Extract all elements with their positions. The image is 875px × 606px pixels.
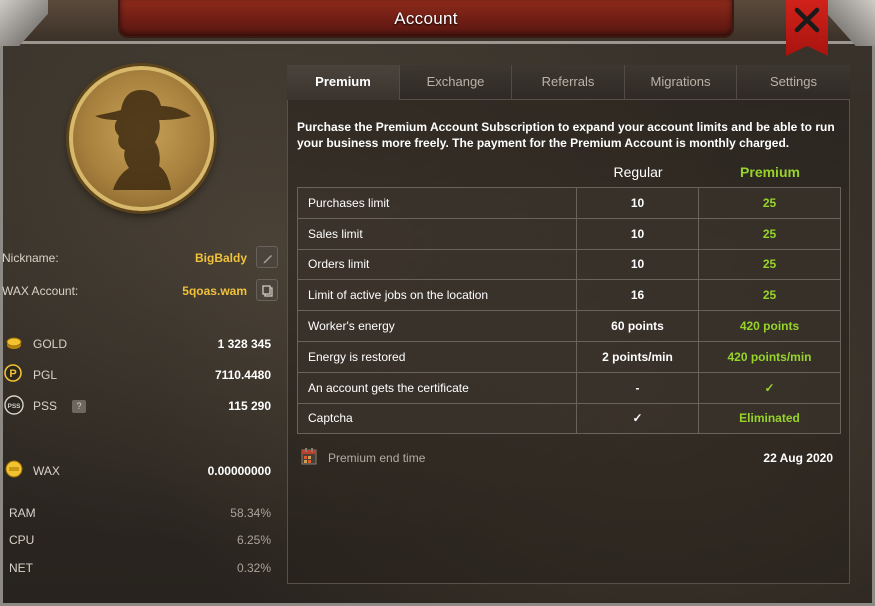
svg-text:P: P <box>9 368 16 380</box>
nickname-label: Nickname: <box>2 251 59 265</box>
table-row: Worker's energy 60 points 420 points <box>297 310 841 342</box>
regular-value: 10 <box>576 187 699 219</box>
premium-value: 420 points <box>698 310 841 342</box>
currency-value: 0.00000000 <box>207 464 271 478</box>
currency-name: PGL <box>33 368 58 382</box>
currency-value: 1 328 345 <box>217 337 271 351</box>
resource-value-cpu: 6.25% <box>236 533 271 547</box>
regular-value: 2 points/min <box>576 340 699 373</box>
table-row: Sales limit 10 25 <box>297 217 841 250</box>
window-title: Account <box>394 9 458 28</box>
svg-text:PSS: PSS <box>7 403 21 410</box>
wax-coin-icon <box>5 460 23 478</box>
table-row: Limit of active jobs on the location 16 … <box>297 279 841 312</box>
tab-exchange[interactable]: Exchange <box>400 65 512 100</box>
resource-value-ram: 58.34% <box>230 506 271 520</box>
table-row: An account gets the certificate - ✓ <box>297 371 841 404</box>
premium-value: 25 <box>698 279 841 312</box>
resource-value-net: 0.32% <box>236 561 271 575</box>
edit-nickname-button[interactable] <box>256 246 278 268</box>
premium-value: 25 <box>698 248 841 281</box>
column-header-premium: Premium <box>740 164 800 180</box>
cowboy-silhouette-icon <box>95 90 191 190</box>
table-row: Energy is restored 2 points/min 420 poin… <box>297 340 841 373</box>
tab-bar: Premium Exchange Referrals Migrations Se… <box>287 65 850 100</box>
copy-icon <box>262 285 273 297</box>
resource-name-cpu: CPU <box>9 533 35 547</box>
avatar <box>69 66 214 211</box>
gold-coin-icon <box>6 337 22 349</box>
currency-value: 7110.4480 <box>214 368 271 382</box>
pss-help-badge[interactable]: ? <box>72 400 86 413</box>
premium-value: 25 <box>698 187 841 219</box>
table-row: Purchases limit 10 25 <box>297 187 841 219</box>
currency-value: 115 290 <box>228 399 271 413</box>
row-label: Orders limit <box>297 248 577 281</box>
regular-value: ✓ <box>576 402 699 435</box>
table-row: Captcha ✓ Eliminated <box>297 402 841 435</box>
regular-value: 16 <box>576 279 699 312</box>
premium-description: Purchase the Premium Account Subscriptio… <box>297 120 835 150</box>
calendar-icon <box>301 448 317 465</box>
row-label: Energy is restored <box>297 340 577 373</box>
regular-value: 60 points <box>576 310 699 342</box>
row-label: An account gets the certificate <box>297 371 577 404</box>
tab-premium[interactable]: Premium <box>287 65 400 100</box>
row-label: Limit of active jobs on the location <box>297 279 577 312</box>
pgl-coin-icon: P <box>4 364 22 382</box>
premium-value: ✓ <box>698 371 841 404</box>
column-header-regular: Regular <box>613 164 663 180</box>
pss-coin-icon: PSS <box>4 395 24 415</box>
row-label: Captcha <box>297 402 577 435</box>
wax-account-label: WAX Account: <box>2 284 79 298</box>
tab-migrations[interactable]: Migrations <box>625 65 737 100</box>
regular-value: 10 <box>576 248 699 281</box>
resource-name-ram: RAM <box>9 506 36 520</box>
nickname-value: BigBaldy <box>194 251 247 265</box>
premium-end-time-value: 22 Aug 2020 <box>763 451 833 465</box>
regular-value: 10 <box>576 217 699 250</box>
row-label: Purchases limit <box>297 187 577 219</box>
row-label: Sales limit <box>297 217 577 250</box>
table-row: Orders limit 10 25 <box>297 248 841 281</box>
premium-end-time-label: Premium end time <box>328 451 426 465</box>
currency-name: WAX <box>33 464 60 478</box>
currency-name: GOLD <box>33 337 68 351</box>
pencil-icon <box>263 255 272 264</box>
copy-wax-account-button[interactable] <box>256 279 278 301</box>
tab-referrals[interactable]: Referrals <box>512 65 625 100</box>
wax-account-value: 5qoas.wam <box>182 284 247 298</box>
currency-name: PSS <box>33 399 58 413</box>
close-icon <box>794 7 820 33</box>
premium-value: 25 <box>698 217 841 250</box>
tab-settings[interactable]: Settings <box>737 65 850 100</box>
premium-value: Eliminated <box>698 402 841 435</box>
regular-value: - <box>576 371 699 404</box>
row-label: Worker's energy <box>297 310 577 342</box>
premium-value: 420 points/min <box>698 340 841 373</box>
resource-name-net: NET <box>9 561 33 575</box>
premium-comparison-table: Purchases limit 10 25 Sales limit 10 25 … <box>297 187 841 435</box>
